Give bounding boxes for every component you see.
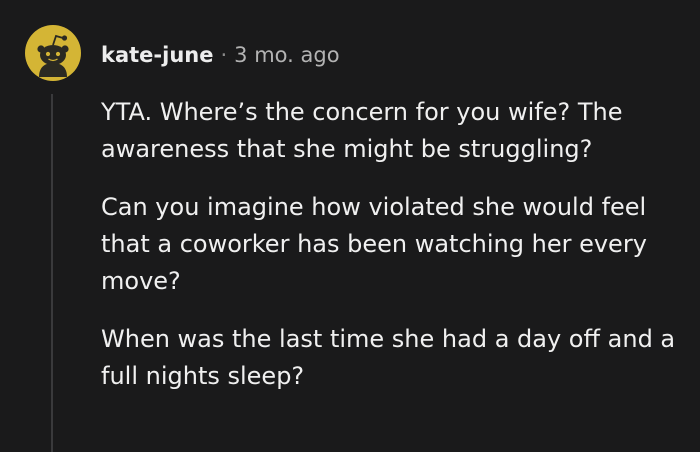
comment-paragraph: When was the last time she had a day off… [101,325,676,390]
timestamp-link[interactable]: 3 mo. ago [234,43,339,67]
comment-paragraph: Can you imagine how violated she would f… [101,193,647,295]
thread-line[interactable] [51,94,53,452]
comment-body: YTA. Where’s the concern for you wife? T… [101,94,691,416]
comment-header: kate-june · 3 mo. ago [101,38,340,72]
meta-separator: · [220,43,228,67]
username-link[interactable]: kate-june [101,43,213,67]
comment-paragraph: YTA. Where’s the concern for you wife? T… [101,98,623,163]
avatar[interactable] [25,25,81,81]
snoo-avatar-icon [25,25,81,81]
